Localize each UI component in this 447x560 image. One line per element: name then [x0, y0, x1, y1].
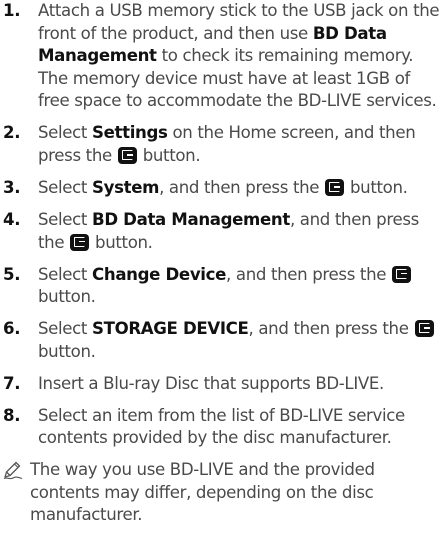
step-item: 6. Select STORAGE DEVICE, and then press … [0, 318, 443, 363]
step-item: 2. Select Settings on the Home screen, an… [0, 122, 443, 167]
step-text: Select Settings on the Home screen, and … [38, 123, 416, 165]
enter-button-icon [325, 178, 345, 196]
step-text-run: Select [38, 177, 93, 197]
note-gap [0, 450, 443, 459]
step-text-run: Select [38, 209, 93, 229]
step-number: 2. [3, 123, 21, 143]
step-number: 4. [3, 209, 21, 229]
step-text-run: , and then press the [159, 177, 325, 197]
enter-button-icon [70, 233, 90, 251]
enter-button-icon [117, 146, 137, 164]
step-text-run: button. [137, 145, 201, 165]
step-item: 3. Select System, and then press the butt… [0, 177, 443, 200]
step-text: Select BD Data Management, and then pres… [38, 210, 419, 252]
step-text-run: Insert a Blu-ray Disc that supports BD-L… [38, 373, 384, 393]
step-gap [0, 113, 443, 122]
step-text-run: Select [38, 264, 93, 284]
step-text: Select an item from the list of BD-LIVE … [38, 406, 405, 448]
step-emphasis: Change Device [92, 264, 227, 284]
step-gap [0, 254, 443, 263]
step-text: Insert a Blu-ray Disc that supports BD-L… [38, 374, 384, 393]
step-number: 8. [3, 405, 21, 425]
step-text-run: Select [38, 123, 93, 143]
step-text-run: button. [38, 287, 96, 307]
step-emphasis: BD Data Management [92, 209, 290, 229]
step-text-run: button. [90, 232, 153, 252]
steps-list: 1. Attach a USB memory stick to the USB j… [0, 0, 443, 459]
step-number: 3. [3, 177, 21, 197]
step-gap [0, 363, 443, 372]
step-item: 5. Select Change Device, and then press t… [0, 264, 443, 309]
step-gap [0, 395, 443, 404]
note-text: The way you use BD-LIVE and the provided… [30, 460, 375, 525]
step-number: 7. [3, 373, 21, 393]
step-item: 8. Select an item from the list of BD-LIV… [0, 405, 443, 450]
step-number: 6. [3, 319, 21, 339]
instruction-page: 1. Attach a USB memory stick to the USB j… [0, 0, 447, 560]
pencil-note-icon [3, 462, 23, 480]
step-gap [0, 168, 443, 177]
enter-button-icon [414, 320, 434, 338]
step-text-run: , and then press the [248, 319, 414, 339]
step-number: 1. [3, 1, 21, 20]
note: The way you use BD-LIVE and the provided… [0, 459, 443, 527]
step-text-run: button. [345, 177, 408, 197]
step-text-run: , and then press the [226, 264, 392, 284]
step-number: 5. [3, 264, 21, 284]
step-text: Select Change Device, and then press the… [38, 264, 412, 307]
step-gap [0, 200, 443, 209]
step-item: 7. Insert a Blu-ray Disc that supports BD… [0, 373, 443, 396]
step-text-run: button. [38, 341, 96, 361]
step-text: Select STORAGE DEVICE, and then press th… [38, 319, 435, 361]
step-emphasis: STORAGE DEVICE [92, 319, 249, 339]
step-text: Select System, and then press the button… [38, 178, 408, 197]
enter-button-icon [392, 265, 412, 283]
step-item: 1. Attach a USB memory stick to the USB j… [0, 0, 443, 113]
step-text: Attach a USB memory stick to the USB jac… [38, 1, 440, 110]
step-emphasis: Settings [92, 123, 168, 143]
step-emphasis: System [92, 177, 160, 197]
step-text-run: Select an item from the list of BD-LIVE … [38, 405, 405, 448]
step-item: 4. Select BD Data Management, and then pr… [0, 209, 443, 254]
step-text-run: Select [38, 319, 93, 339]
step-gap [0, 309, 443, 318]
